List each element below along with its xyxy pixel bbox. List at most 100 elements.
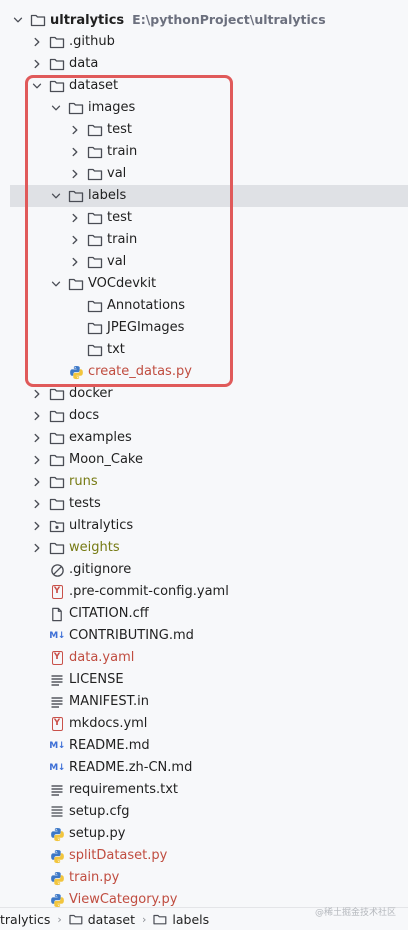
folder-icon <box>87 320 103 336</box>
tree-item-label: .gitignore <box>69 562 132 577</box>
tree-item[interactable]: M↓ README.md <box>0 735 408 757</box>
folder-icon <box>87 210 103 226</box>
tree-item[interactable]: Y .pre-commit-config.yaml <box>0 581 408 603</box>
chevron-right-icon[interactable] <box>68 167 82 181</box>
folder-icon <box>87 122 103 138</box>
markdown-file-icon: M↓ <box>49 763 65 773</box>
tree-item[interactable]: txt <box>0 339 408 361</box>
tree-item-label: ultralytics <box>50 13 125 28</box>
tree-item[interactable]: val <box>0 251 408 273</box>
tree-item[interactable]: setup.cfg <box>0 801 408 823</box>
tree-item-label: images <box>88 100 136 115</box>
python-file-icon <box>68 364 84 380</box>
chevron-down-icon[interactable] <box>11 13 25 27</box>
folder-icon <box>87 342 103 358</box>
chevron-right-icon[interactable] <box>68 211 82 225</box>
tree-item[interactable]: tests <box>0 493 408 515</box>
tree-item[interactable]: requirements.txt <box>0 779 408 801</box>
tree-item[interactable]: CITATION.cff <box>0 603 408 625</box>
folder-icon <box>49 430 65 446</box>
tree-item[interactable]: LICENSE <box>0 669 408 691</box>
tree-item-label: .github <box>69 34 115 49</box>
tree-item-label: val <box>107 166 127 181</box>
tree-item[interactable]: test <box>0 207 408 229</box>
folder-icon <box>30 12 46 28</box>
tree-item[interactable]: test <box>0 119 408 141</box>
tree-item[interactable]: splitDataset.py <box>0 845 408 867</box>
tree-item[interactable]: dataset <box>0 75 408 97</box>
tree-item[interactable]: .gitignore <box>0 559 408 581</box>
tree-item-label: VOCdevkit <box>88 276 157 291</box>
tree-item[interactable]: Ymkdocs.yml <box>0 713 408 735</box>
tree-item[interactable]: images <box>0 97 408 119</box>
config-file-icon <box>49 804 65 820</box>
chevron-right-icon[interactable] <box>30 519 44 533</box>
tree-item[interactable]: train.py <box>0 867 408 889</box>
tree-item[interactable]: setup.py <box>0 823 408 845</box>
chevron-right-icon[interactable] <box>30 431 44 445</box>
tree-item-label: train <box>107 232 138 247</box>
tree-item-label: requirements.txt <box>69 782 179 797</box>
tree-item[interactable]: docs <box>0 405 408 427</box>
tree-item[interactable]: create_datas.py <box>0 361 408 383</box>
chevron-down-icon[interactable] <box>30 79 44 93</box>
tree-item[interactable]: ultralytics <box>0 515 408 537</box>
chevron-right-icon[interactable] <box>30 453 44 467</box>
tree-item[interactable]: MANIFEST.in <box>0 691 408 713</box>
breadcrumb-separator: › <box>57 912 62 926</box>
tree-item[interactable]: train <box>0 141 408 163</box>
tree-item[interactable]: JPEGImages <box>0 317 408 339</box>
tree-item[interactable]: Ydata.yaml <box>0 647 408 669</box>
chevron-down-icon[interactable] <box>49 277 63 291</box>
tree-item[interactable]: Moon_Cake <box>0 449 408 471</box>
tree-item[interactable]: docker <box>0 383 408 405</box>
tree-item[interactable]: ultralytics E:\pythonProject\ultralytics <box>0 9 408 31</box>
python-file-icon <box>49 848 65 864</box>
chevron-right-icon[interactable] <box>30 387 44 401</box>
folder-icon <box>49 386 65 402</box>
tree-item[interactable]: M↓ CONTRIBUTING.md <box>0 625 408 647</box>
chevron-right-icon[interactable] <box>68 123 82 137</box>
tree-item[interactable]: VOCdevkit <box>0 273 408 295</box>
markdown-file-icon: M↓ <box>49 741 65 751</box>
tree-item[interactable]: labels <box>0 185 408 207</box>
tree-item[interactable]: M↓ README.zh-CN.md <box>0 757 408 779</box>
chevron-right-icon[interactable] <box>68 255 82 269</box>
folder-icon <box>87 254 103 270</box>
chevron-right-icon[interactable] <box>30 541 44 555</box>
tree-item-label: setup.cfg <box>69 804 130 819</box>
chevron-right-icon[interactable] <box>68 233 82 247</box>
chevron-right-icon[interactable] <box>68 145 82 159</box>
tree-item-label: MANIFEST.in <box>69 694 149 709</box>
chevron-right-icon[interactable] <box>30 497 44 511</box>
breadcrumb-label-labels: labels <box>172 911 210 927</box>
chevron-right-icon[interactable] <box>30 475 44 489</box>
tree-item[interactable]: train <box>0 229 408 251</box>
tree-item-label: weights <box>69 540 120 555</box>
tree-item-label: val <box>107 254 127 269</box>
tree-item[interactable]: weights <box>0 537 408 559</box>
breadcrumb-item-dataset[interactable]: dataset <box>69 912 135 927</box>
chevron-right-icon[interactable] <box>30 35 44 49</box>
tree-item-label: README.zh-CN.md <box>69 760 193 775</box>
tree-item[interactable]: runs <box>0 471 408 493</box>
tree-item-label: examples <box>69 430 132 445</box>
tree-item-label: test <box>107 122 132 137</box>
tree-item-label: .pre-commit-config.yaml <box>69 584 229 599</box>
tree-item[interactable]: val <box>0 163 408 185</box>
tree-item[interactable]: examples <box>0 427 408 449</box>
tree-item-label: data <box>69 56 99 71</box>
folder-icon <box>87 232 103 248</box>
chevron-down-icon[interactable] <box>49 101 63 115</box>
tree-item[interactable]: Annotations <box>0 295 408 317</box>
tree-item[interactable]: .github <box>0 31 408 53</box>
chevron-right-icon[interactable] <box>30 57 44 71</box>
breadcrumb-separator: › <box>142 912 147 926</box>
chevron-down-icon[interactable] <box>49 189 63 203</box>
breadcrumb-item-root[interactable]: tralytics <box>0 912 50 927</box>
tree-item-label: dataset <box>69 78 119 93</box>
chevron-right-icon[interactable] <box>30 409 44 423</box>
tree-item[interactable]: data <box>0 53 408 75</box>
breadcrumb-item-labels[interactable]: labels <box>153 912 209 927</box>
folder-icon <box>49 452 65 468</box>
